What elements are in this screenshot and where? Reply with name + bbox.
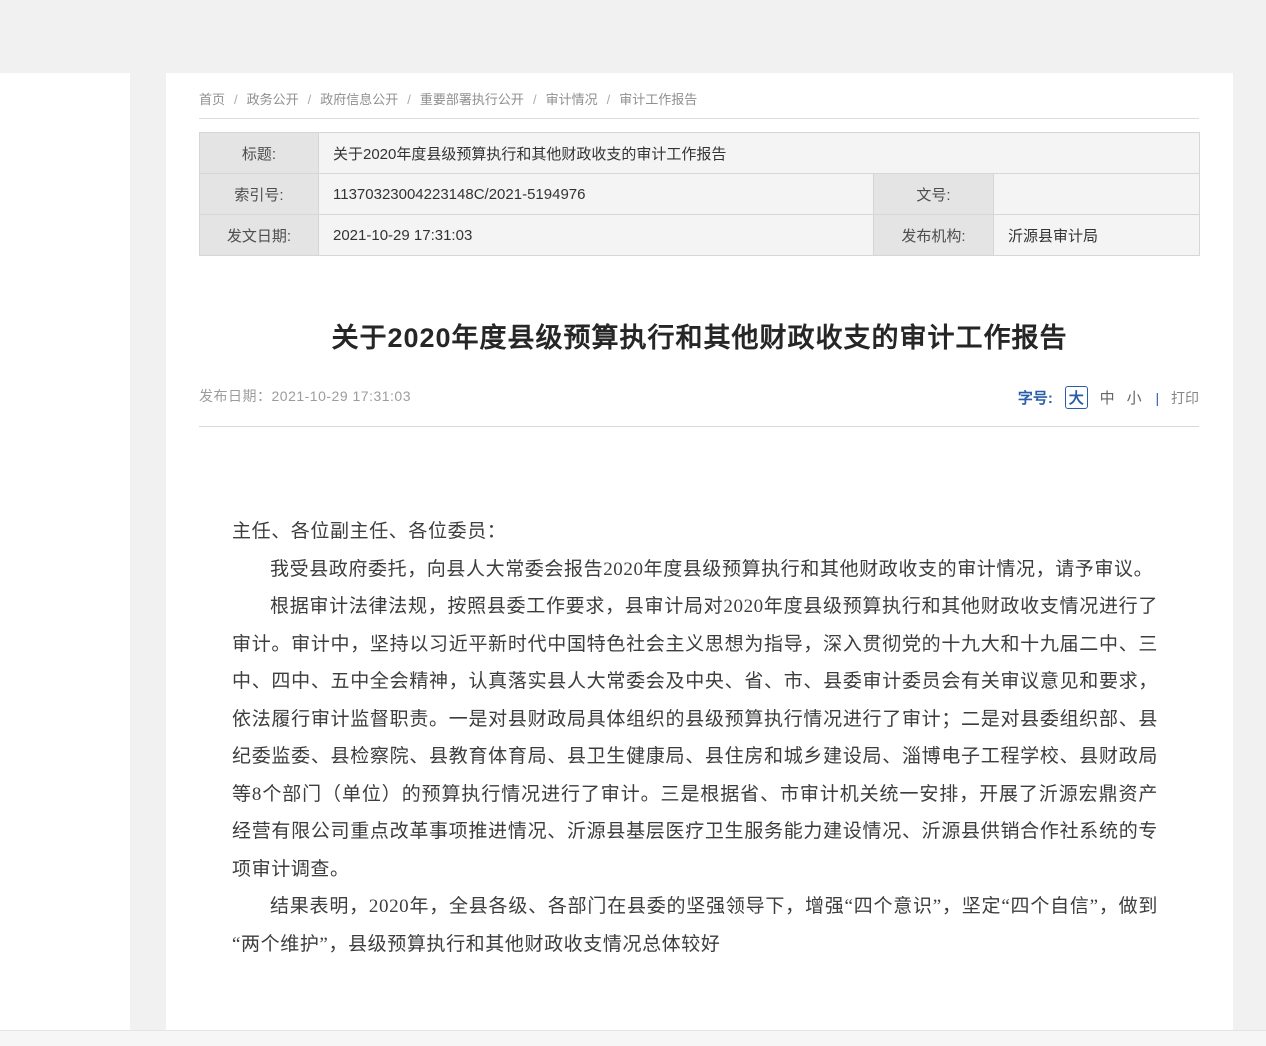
- paragraph-salutation: 主任、各位副主任、各位委员：: [232, 513, 1158, 551]
- paragraph-intro: 我受县政府委托，向县人大常委会报告2020年度县级预算执行和其他财政收支的审计情…: [232, 551, 1158, 589]
- breadcrumb-separator: /: [607, 92, 611, 107]
- header-divider: [199, 426, 1199, 427]
- print-button[interactable]: 打印: [1171, 390, 1199, 406]
- meta-title-value: 关于2020年度县级预算执行和其他财政收支的审计工作报告: [319, 133, 1200, 174]
- breadcrumb-separator: /: [407, 92, 411, 107]
- webpage: { "breadcrumb": { "separator": "/", "ite…: [0, 0, 1266, 1046]
- breadcrumb-divider: [199, 118, 1199, 119]
- font-size-small-button[interactable]: 小: [1127, 387, 1142, 408]
- meta-docnum-value: [994, 174, 1200, 215]
- breadcrumb-gov-info[interactable]: 政府信息公开: [320, 92, 398, 107]
- meta-index-value: 11370323004223148C/2021-5194976: [319, 174, 874, 215]
- publish-date: 发布日期：2021-10-29 17:31:03: [199, 386, 411, 406]
- font-size-medium-button[interactable]: 中: [1100, 387, 1115, 408]
- page-top-margin: [0, 0, 1266, 73]
- publish-date-label: 发布日期：: [199, 388, 272, 404]
- breadcrumb-audit-report[interactable]: 审计工作报告: [619, 92, 697, 107]
- document-meta-table: 标题: 关于2020年度县级预算执行和其他财政收支的审计工作报告 索引号: 11…: [199, 132, 1200, 256]
- article-tools: 字号: 大 中 小 | 打印: [1018, 386, 1199, 409]
- meta-date-label: 发文日期:: [200, 215, 319, 256]
- breadcrumb-deployment[interactable]: 重要部署执行公开: [420, 92, 524, 107]
- content-card: 首页 / 政务公开 / 政府信息公开 / 重要部署执行公开 / 审计情况 / 审计工作报告 标题: …: [166, 73, 1233, 1030]
- meta-agency-value: 沂源县审计局: [994, 215, 1200, 256]
- breadcrumb-audit-status[interactable]: 审计情况: [546, 92, 598, 107]
- breadcrumb-separator: /: [308, 92, 312, 107]
- article-body: 主任、各位副主任、各位委员： 我受县政府委托，向县人大常委会报告2020年度县级…: [232, 513, 1158, 963]
- table-row: 标题: 关于2020年度县级预算执行和其他财政收支的审计工作报告: [200, 133, 1200, 174]
- page-title: 关于2020年度县级预算执行和其他财政收支的审计工作报告: [166, 316, 1233, 355]
- meta-index-label: 索引号:: [200, 174, 319, 215]
- page-bottom-bar: [0, 1030, 1266, 1046]
- meta-agency-label: 发布机构:: [874, 215, 994, 256]
- table-row: 索引号: 11370323004223148C/2021-5194976 文号:: [200, 174, 1200, 215]
- breadcrumb-home[interactable]: 首页: [199, 92, 225, 107]
- font-size-label: 字号:: [1018, 390, 1053, 407]
- breadcrumb: 首页 / 政务公开 / 政府信息公开 / 重要部署执行公开 / 审计情况 / 审计工作报告: [199, 89, 697, 108]
- page-left-gutter: [130, 73, 166, 1030]
- breadcrumb-separator: /: [234, 92, 238, 107]
- page-right-gutter: [1233, 0, 1266, 1030]
- meta-docnum-label: 文号:: [874, 174, 994, 215]
- article-info-bar: 发布日期：2021-10-29 17:31:03 字号: 大 中 小 | 打印: [199, 386, 1199, 408]
- publish-date-value: 2021-10-29 17:31:03: [272, 388, 412, 404]
- tools-separator: |: [1155, 390, 1159, 406]
- breadcrumb-gov-affairs[interactable]: 政务公开: [247, 92, 299, 107]
- meta-date-value: 2021-10-29 17:31:03: [319, 215, 874, 256]
- meta-title-label: 标题:: [200, 133, 319, 174]
- font-size-large-button[interactable]: 大: [1065, 386, 1088, 409]
- table-row: 发文日期: 2021-10-29 17:31:03 发布机构: 沂源县审计局: [200, 215, 1200, 256]
- paragraph-audit-scope: 根据审计法律法规，按照县委工作要求，县审计局对2020年度县级预算执行和其他财政…: [232, 588, 1158, 888]
- paragraph-results: 结果表明，2020年，全县各级、各部门在县委的坚强领导下，增强“四个意识”，坚定…: [232, 888, 1158, 963]
- breadcrumb-separator: /: [533, 92, 537, 107]
